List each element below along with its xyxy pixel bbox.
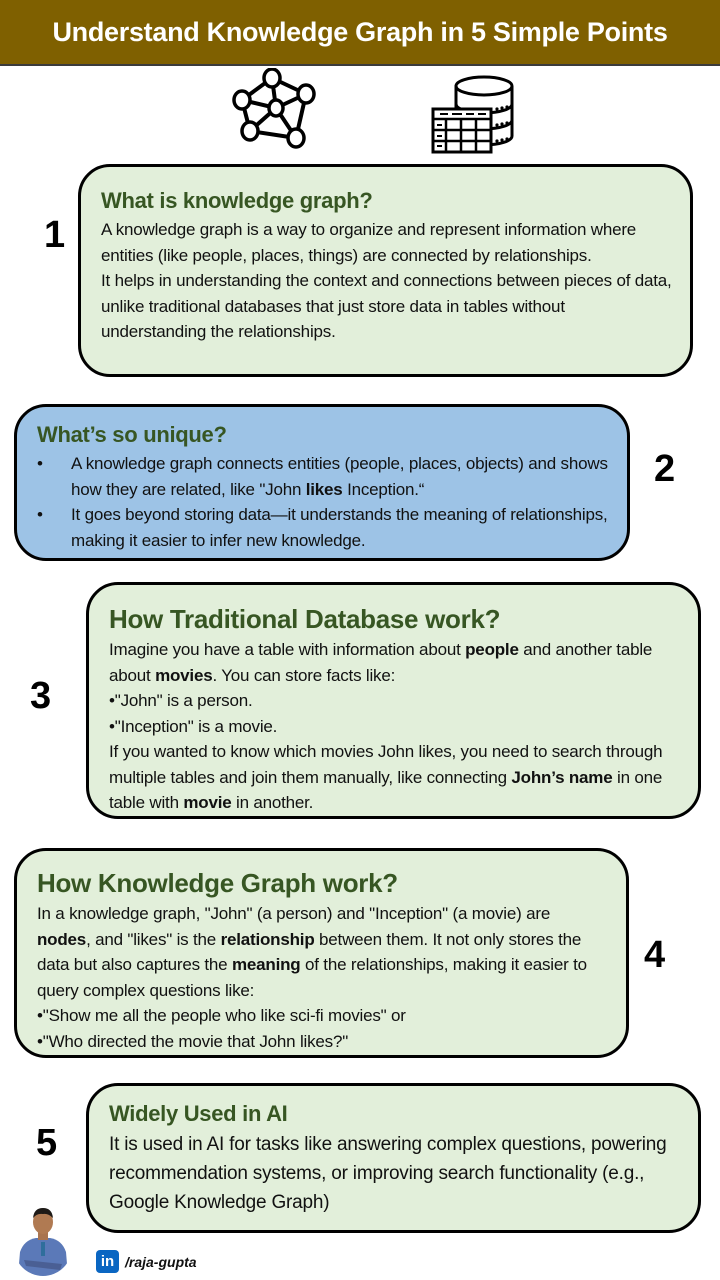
database-table-icon bbox=[431, 75, 514, 154]
linkedin-link[interactable]: in /raja-gupta bbox=[96, 1250, 197, 1273]
point-number-4: 4 bbox=[644, 934, 666, 976]
card-whats-so-unique: What’s so unique? A knowledge graph conn… bbox=[14, 404, 630, 561]
point-number-1: 1 bbox=[44, 214, 66, 256]
card-paragraph: Imagine you have a table with informatio… bbox=[109, 640, 653, 685]
example-query: •"Who directed the movie that John likes… bbox=[37, 1031, 349, 1051]
linkedin-icon: in bbox=[96, 1250, 119, 1273]
card-paragraph: It is used in AI for tasks like answerin… bbox=[109, 1134, 667, 1213]
card-widely-used-in-ai: Widely Used in AI It is used in AI for t… bbox=[86, 1083, 701, 1233]
card-paragraph: If you wanted to know which movies John … bbox=[109, 742, 663, 812]
card-what-is-knowledge-graph: What is knowledge graph? A knowledge gra… bbox=[78, 164, 693, 377]
card-heading: How Knowledge Graph work? bbox=[37, 868, 398, 898]
bullet-item: A knowledge graph connects entities (peo… bbox=[37, 451, 609, 502]
person-photo-icon bbox=[14, 1200, 72, 1276]
card-paragraph: A knowledge graph is a way to organize a… bbox=[101, 220, 637, 265]
card-knowledge-graph-work: How Knowledge Graph work? In a knowledge… bbox=[14, 848, 629, 1058]
knowledge-graph-icon bbox=[232, 68, 316, 149]
point-number-5: 5 bbox=[36, 1122, 58, 1164]
title-banner: Understand Knowledge Graph in 5 Simple P… bbox=[0, 0, 720, 66]
point-number-2: 2 bbox=[654, 448, 676, 490]
linkedin-handle[interactable]: /raja-gupta bbox=[125, 1254, 197, 1270]
fact-item: •"John" is a person. bbox=[109, 691, 253, 710]
bullet-item: It goes beyond storing data—it understan… bbox=[37, 502, 609, 553]
point-number-3: 3 bbox=[30, 675, 52, 717]
card-paragraph: In a knowledge graph, "John" (a person) … bbox=[37, 904, 587, 1000]
fact-item: •"Inception" is a movie. bbox=[109, 716, 278, 736]
card-paragraph: It helps in understanding the context an… bbox=[101, 271, 672, 341]
example-query: •"Show me all the people who like sci-fi… bbox=[37, 1006, 406, 1025]
card-heading: How Traditional Database work? bbox=[109, 604, 501, 634]
card-heading: What’s so unique? bbox=[37, 422, 227, 447]
page-title: Understand Knowledge Graph in 5 Simple P… bbox=[52, 16, 668, 47]
card-traditional-database: How Traditional Database work? Imagine y… bbox=[86, 582, 701, 819]
card-heading: Widely Used in AI bbox=[109, 1101, 288, 1126]
bullet-list: A knowledge graph connects entities (peo… bbox=[37, 451, 609, 553]
card-heading: What is knowledge graph? bbox=[101, 188, 373, 213]
author-avatar bbox=[14, 1200, 72, 1276]
